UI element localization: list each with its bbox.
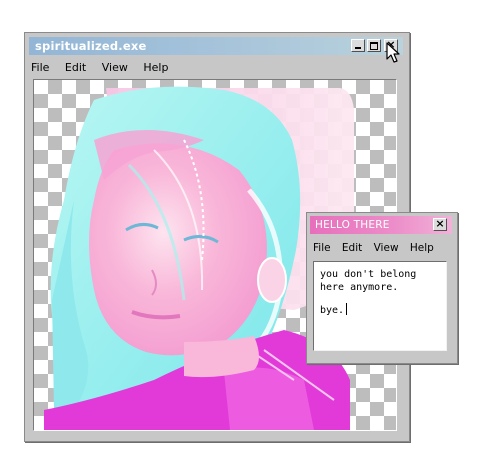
popup-menu-file[interactable]: File — [313, 242, 331, 254]
minimize-icon — [355, 47, 361, 49]
maximize-icon — [370, 42, 378, 50]
minimize-button[interactable] — [351, 39, 365, 52]
menu-file[interactable]: File — [31, 61, 49, 74]
close-icon: × — [435, 217, 445, 230]
popup-menubar: File Edit View Help — [313, 242, 442, 254]
menu-edit[interactable]: Edit — [65, 61, 86, 74]
message-line-2-wrap: bye. — [320, 303, 440, 317]
message-line-1: you don't belong here anymore. — [320, 269, 417, 293]
popup-menu-edit[interactable]: Edit — [342, 242, 362, 254]
popup-titlebar[interactable]: HELLO THERE × — [310, 216, 452, 234]
popup-window: HELLO THERE × File Edit View Help you do… — [306, 212, 458, 364]
message-textarea[interactable]: you don't belong here anymore. bye. — [313, 261, 447, 351]
popup-menu-help[interactable]: Help — [410, 242, 434, 254]
popup-title: HELLO THERE — [315, 219, 390, 231]
window-title: spiritualized.exe — [35, 39, 147, 53]
popup-close-button[interactable]: × — [433, 217, 447, 231]
popup-menu-view[interactable]: View — [374, 242, 399, 254]
message-line-2: bye. — [320, 305, 345, 316]
menu-help[interactable]: Help — [143, 61, 168, 74]
main-menubar: File Edit View Help — [31, 61, 180, 77]
menu-view[interactable]: View — [102, 61, 128, 74]
arrow-cursor-icon — [386, 42, 400, 63]
main-titlebar[interactable]: spiritualized.exe × — [29, 37, 403, 55]
text-caret — [346, 303, 348, 315]
maximize-button[interactable] — [367, 39, 381, 52]
